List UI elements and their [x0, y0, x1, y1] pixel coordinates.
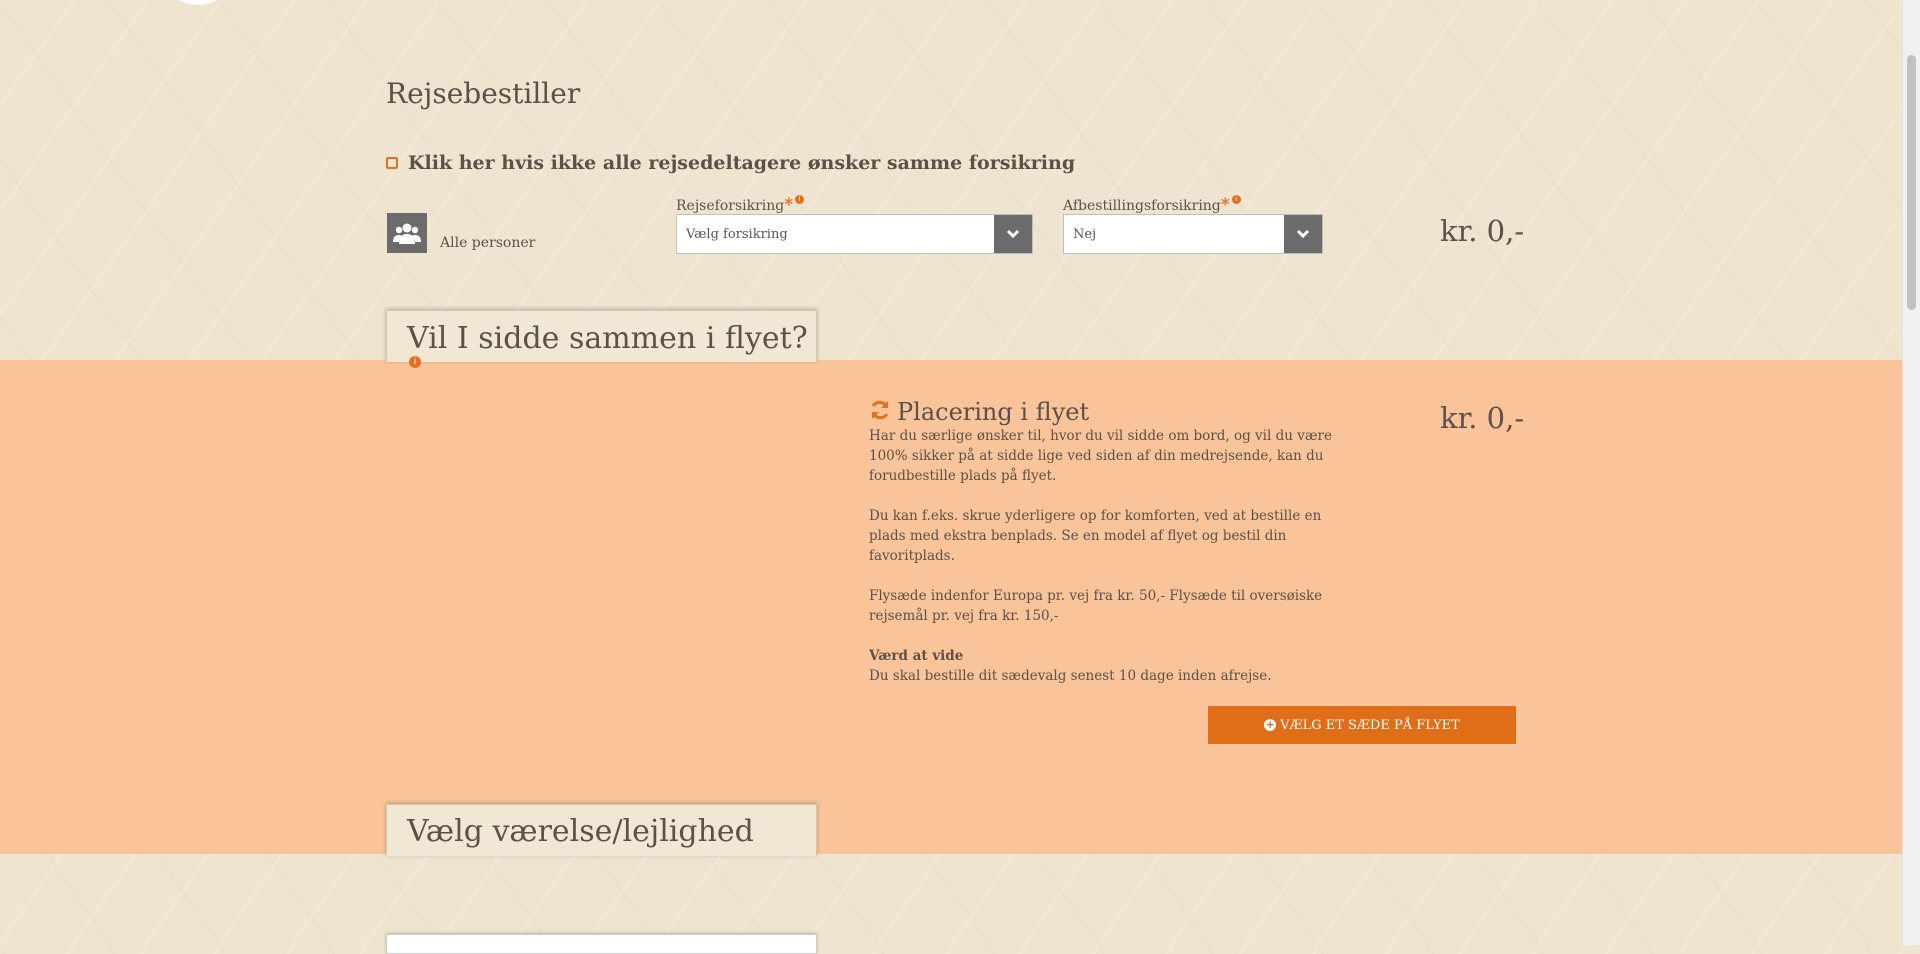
next-section-card	[386, 934, 817, 954]
room-section-title: Vælg værelse/lejlighed	[407, 814, 754, 849]
seat-paragraph-3: Flysæde indenfor Europa pr. vej fra kr. …	[869, 588, 1323, 624]
seat-note-title: Værd at vide	[869, 648, 964, 664]
chevron-down-icon[interactable]	[994, 215, 1032, 253]
scrollbar[interactable]	[1902, 0, 1920, 945]
seat-description: Har du særlige ønsker til, hvor du vil s…	[869, 426, 1349, 686]
same-insurance-toggle[interactable]: Klik her hvis ikke alle rejsedeltagere ø…	[386, 152, 1075, 174]
page-title: Rejsebestiller	[386, 77, 581, 110]
seat-placement-heading: Placering i flyet	[869, 398, 1089, 426]
seat-note-text: Du skal bestille dit sædevalg senest 10 …	[869, 668, 1272, 684]
seat-section-tab: Vil I sidde sammen i flyet? i	[386, 310, 817, 368]
scrollbar-thumb[interactable]	[1907, 55, 1916, 310]
info-icon[interactable]: i	[409, 356, 421, 368]
cancellation-insurance-label: Afbestillingsforsikring* i	[1063, 195, 1241, 215]
room-section-tab: Vælg værelse/lejlighed	[386, 804, 817, 856]
travel-insurance-label: Rejseforsikring* i	[676, 195, 805, 215]
cancellation-insurance-label-text: Afbestillingsforsikring	[1063, 198, 1221, 214]
people-label: Alle personer	[440, 235, 536, 251]
travel-insurance-label-text: Rejseforsikring	[676, 198, 785, 214]
insurance-checkbox[interactable]	[386, 157, 398, 169]
info-icon[interactable]: i	[795, 195, 805, 204]
cancellation-insurance-select[interactable]: Nej	[1063, 214, 1323, 254]
seat-note: Værd at vide Du skal bestille dit sædeva…	[869, 646, 1349, 686]
insurance-price: kr. 0,-	[1440, 214, 1525, 248]
seat-section-title-text: Vil I sidde sammen i flyet?	[407, 321, 808, 356]
seat-section-title: Vil I sidde sammen i flyet? i	[407, 321, 816, 391]
choose-seat-button[interactable]: + VÆLG ET SÆDE PÅ FLYET	[1208, 706, 1516, 744]
people-icon	[387, 213, 427, 253]
seat-paragraph-2: Du kan f.eks. skrue yderligere op for ko…	[869, 508, 1322, 564]
info-icon[interactable]: i	[1231, 195, 1241, 204]
cancellation-insurance-value: Nej	[1073, 226, 1097, 242]
seat-placement-title: Placering i flyet	[897, 398, 1090, 426]
seat-price: kr. 0,-	[1440, 401, 1525, 435]
refresh-icon	[869, 399, 891, 425]
plus-circle-icon: +	[1264, 718, 1277, 731]
logo[interactable]	[158, 0, 238, 5]
insurance-checkbox-label[interactable]: Klik her hvis ikke alle rejsedeltagere ø…	[408, 152, 1075, 174]
required-mark: *	[784, 195, 794, 215]
required-mark: *	[1220, 195, 1230, 215]
choose-seat-button-label: VÆLG ET SÆDE PÅ FLYET	[1280, 717, 1460, 733]
travel-insurance-value: Vælg forsikring	[686, 226, 788, 242]
travel-insurance-select[interactable]: Vælg forsikring	[676, 214, 1033, 254]
seat-paragraph-1: Har du særlige ønsker til, hvor du vil s…	[869, 428, 1332, 484]
chevron-down-icon[interactable]	[1284, 215, 1322, 253]
page: Rejsebestiller Klik her hvis ikke alle r…	[0, 0, 1903, 954]
